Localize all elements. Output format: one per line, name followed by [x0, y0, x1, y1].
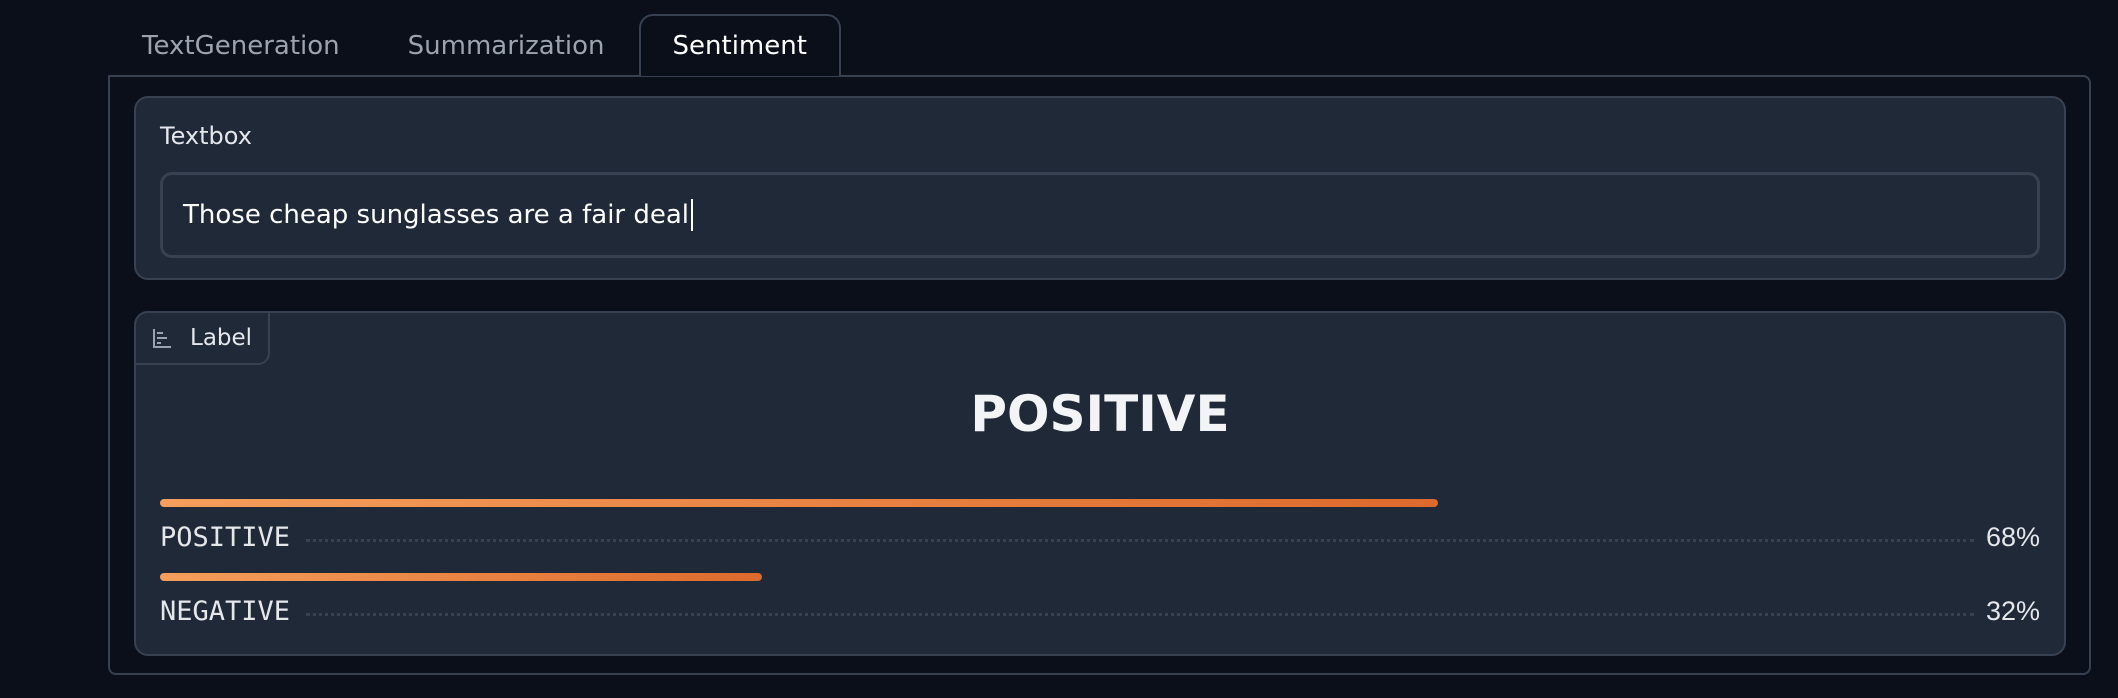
tab-summarization[interactable]: Summarization — [374, 16, 639, 76]
text-input-value: Those cheap sunglasses are a fair deal — [183, 200, 690, 230]
text-caret — [691, 199, 694, 231]
confidence-leader — [306, 538, 1974, 542]
label-output-block: Label POSITIVE POSITIVE 68% NEGATIVE 32% — [134, 311, 2066, 656]
confidence-bar — [160, 573, 762, 581]
confidence-leader — [306, 612, 1974, 616]
predicted-label: POSITIVE — [970, 385, 1230, 443]
text-input[interactable]: Those cheap sunglasses are a fair deal — [160, 172, 2040, 258]
confidence-percent: 68% — [1985, 521, 2040, 552]
tab-sentiment[interactable]: Sentiment — [638, 14, 841, 76]
label-tag-text: Label — [190, 325, 253, 351]
textbox-label: Textbox — [160, 122, 252, 150]
confidence-label: POSITIVE — [160, 521, 291, 553]
tab-textgeneration[interactable]: TextGeneration — [108, 16, 374, 76]
confidence-label: NEGATIVE — [160, 595, 291, 627]
confidence-row-negative[interactable]: NEGATIVE 32% — [160, 573, 2040, 629]
confidence-row-positive[interactable]: POSITIVE 68% — [160, 499, 2040, 555]
label-tag: Label — [134, 311, 271, 365]
app-root: TextGeneration Summarization Sentiment T… — [0, 0, 2118, 698]
textbox-block: Textbox Those cheap sunglasses are a fai… — [134, 96, 2066, 280]
tab-bar: TextGeneration Summarization Sentiment — [108, 14, 841, 76]
confidence-bar — [160, 499, 1439, 507]
bar-chart-icon — [153, 329, 171, 348]
confidence-percent: 32% — [1985, 595, 2040, 626]
